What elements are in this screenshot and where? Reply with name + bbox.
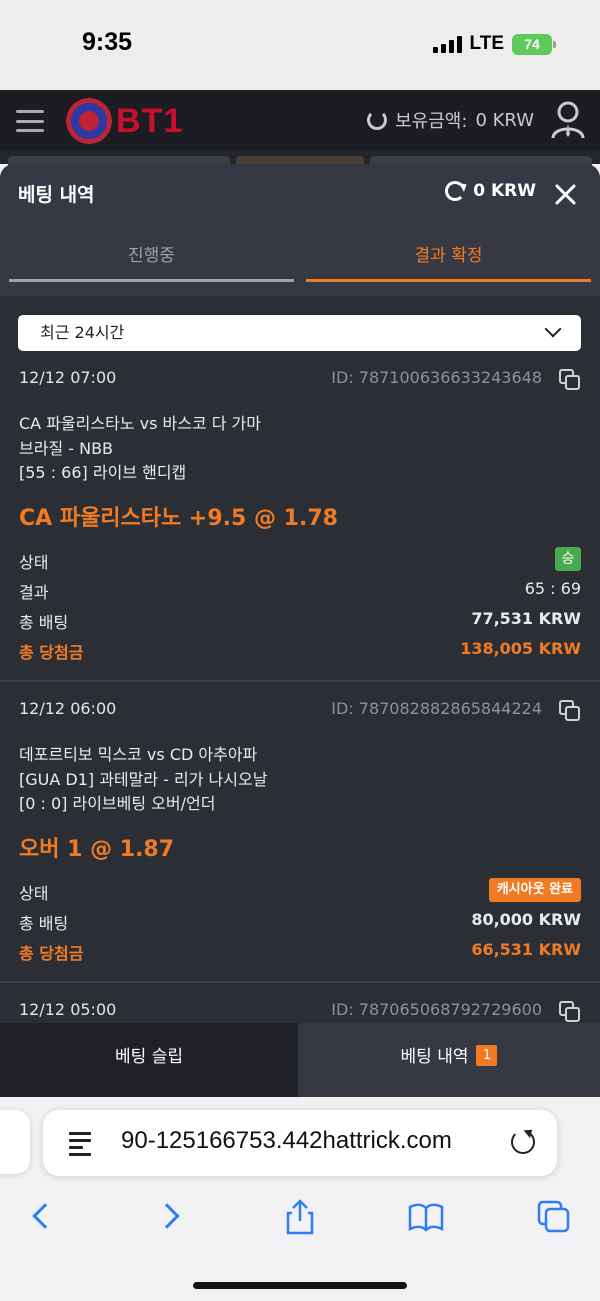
status-label: 상태 xyxy=(19,884,49,903)
battery-level: 74 xyxy=(524,36,540,52)
site-header: BT1 보유금액: 0 KRW xyxy=(0,90,600,150)
home-indicator xyxy=(193,1282,407,1289)
bet-id: ID: 787082882865844224 xyxy=(331,699,542,718)
bet-date: 12/12 06:00 xyxy=(19,699,117,718)
modal-header: 베팅 내역 0 KRW xyxy=(0,164,600,226)
back-button[interactable] xyxy=(26,1197,66,1237)
stake-value: 77,531 KRW xyxy=(471,609,581,628)
site-logo[interactable]: BT1 xyxy=(66,98,186,144)
logo-text: BT1 xyxy=(116,101,184,140)
payout-value: 138,005 KRW xyxy=(460,639,581,658)
period-select[interactable]: 최근 24시간 xyxy=(18,315,581,351)
bet-slip-label: 베팅 슬립 xyxy=(115,1047,183,1067)
refresh-icon[interactable] xyxy=(445,181,466,201)
bookmarks-icon[interactable] xyxy=(406,1197,446,1237)
divider xyxy=(0,680,600,682)
stake-value: 80,000 KRW xyxy=(471,910,581,929)
copy-icon[interactable] xyxy=(559,369,581,391)
payout-label: 총 당첨금 xyxy=(19,944,84,963)
status-badge: 승 xyxy=(555,547,581,571)
logo-globe-icon xyxy=(66,98,112,144)
bet-match: 데포르티보 믹스코 vs CD 아추아파 xyxy=(19,745,258,764)
safari-chrome: 90-125166753.442hattrick.com xyxy=(0,1097,600,1301)
share-icon[interactable] xyxy=(280,1197,320,1237)
bet-history-modal: 베팅 내역 0 KRW 진행중 결과 확정 최근 24시간 12/12 07:0… xyxy=(0,164,600,1023)
bet-date: 12/12 05:00 xyxy=(19,1000,117,1019)
copy-icon[interactable] xyxy=(559,700,581,722)
user-icon[interactable] xyxy=(550,100,586,140)
bet-market: [55 : 66] 라이브 핸디캡 xyxy=(19,463,187,482)
bet-market: [0 : 0] 라이브베팅 오버/언더 xyxy=(19,794,216,813)
status-badge: 캐시아웃 완료 xyxy=(488,878,581,902)
bet-id: ID: 787100636633243648 xyxy=(331,368,542,387)
bet-league: 브라질 - NBB xyxy=(19,439,114,458)
battery-icon: 74 xyxy=(512,33,556,55)
tab-in-progress[interactable]: 진행중 xyxy=(9,226,294,282)
refresh-icon[interactable] xyxy=(367,110,388,130)
menu-icon[interactable] xyxy=(16,110,44,132)
bet-pick: 오버 1 @ 1.87 xyxy=(19,837,175,862)
network-type: LTE xyxy=(469,33,504,54)
bet-league: [GUA D1] 과테말라 - 리가 나시오날 xyxy=(19,770,268,789)
modal-balance-value: 0 KRW xyxy=(473,181,536,201)
status-tabs: 진행중 결과 확정 xyxy=(0,226,600,296)
bet-id: ID: 787065068792729600 xyxy=(331,1000,542,1019)
bet-date: 12/12 07:00 xyxy=(19,368,117,387)
header-balance: 보유금액: 0 KRW xyxy=(367,107,534,133)
tab-settled[interactable]: 결과 확정 xyxy=(306,226,591,282)
tabs-icon[interactable] xyxy=(534,1197,574,1237)
chevron-down-icon xyxy=(544,320,562,338)
bet-count-badge: 1 xyxy=(476,1044,498,1066)
bottom-tabs: 베팅 슬립 베팅 내역 1 xyxy=(0,1023,600,1097)
bet-slip-button[interactable]: 베팅 슬립 xyxy=(0,1023,298,1097)
bet-list: 최근 24시간 12/12 07:00 ID: 7871006366332436… xyxy=(0,296,600,1023)
modal-balance[interactable]: 0 KRW xyxy=(445,181,536,201)
bet-match: CA 파울리스타노 vs 바스코 다 가마 xyxy=(19,414,261,433)
ios-status-bar: 9:35 LTE 74 xyxy=(0,0,600,90)
reload-icon[interactable] xyxy=(511,1130,535,1154)
chevron-left-icon xyxy=(32,1203,58,1229)
close-icon[interactable] xyxy=(554,182,578,206)
balance-label: 보유금액: xyxy=(395,111,468,132)
chevron-right-icon xyxy=(154,1203,180,1229)
url-text: 90-125166753.442hattrick.com xyxy=(121,1127,452,1154)
status-indicators: LTE 74 xyxy=(432,33,556,55)
divider xyxy=(0,981,600,983)
payout-label: 총 당첨금 xyxy=(19,643,84,662)
status-label: 상태 xyxy=(19,553,49,572)
stake-label: 총 배팅 xyxy=(19,914,69,933)
bet-history-label: 베팅 내역 xyxy=(400,1047,469,1067)
background-strip xyxy=(0,150,600,168)
stake-label: 총 배팅 xyxy=(19,613,69,632)
address-bar[interactable]: 90-125166753.442hattrick.com xyxy=(43,1110,557,1176)
period-select-value: 최근 24시간 xyxy=(40,323,125,342)
status-time: 9:35 xyxy=(82,28,133,56)
modal-title: 베팅 내역 xyxy=(18,184,95,206)
balance-value: 0 KRW xyxy=(475,109,534,131)
payout-value: 66,531 KRW xyxy=(471,940,581,959)
forward-button[interactable] xyxy=(150,1197,190,1237)
result-value: 65 : 69 xyxy=(524,579,581,598)
signal-icon xyxy=(432,35,462,53)
result-label: 결과 xyxy=(19,583,49,602)
previous-tab-pill[interactable] xyxy=(0,1110,30,1174)
copy-icon[interactable] xyxy=(559,1001,581,1023)
page-menu-icon[interactable] xyxy=(69,1132,91,1156)
bet-pick: CA 파울리스타노 +9.5 @ 1.78 xyxy=(19,506,338,531)
bet-history-button[interactable]: 베팅 내역 1 xyxy=(298,1023,600,1097)
